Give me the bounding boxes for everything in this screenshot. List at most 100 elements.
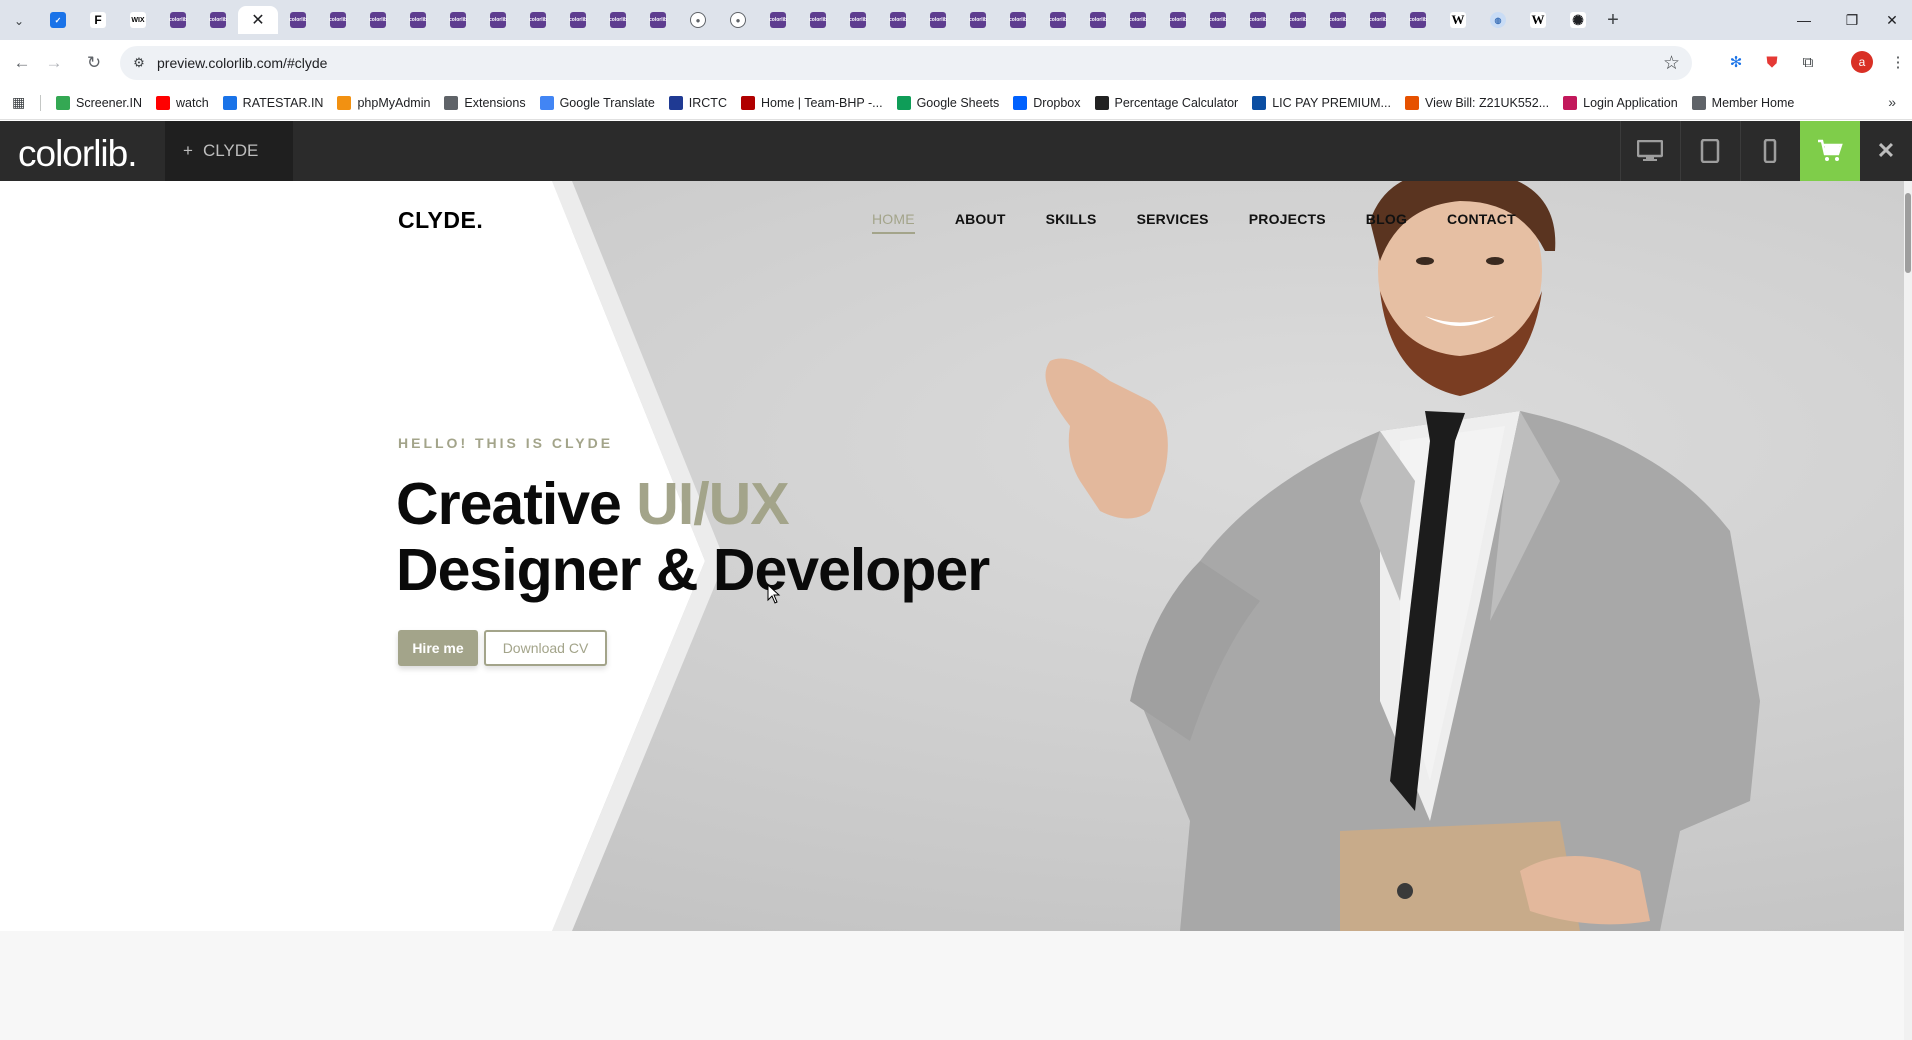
tab[interactable]: colorlib — [998, 6, 1038, 34]
nav-home[interactable]: HOME — [872, 211, 915, 234]
nav-contact[interactable]: CONTACT — [1447, 211, 1516, 234]
download-cv-button[interactable]: Download CV — [484, 630, 607, 666]
bookmark-item[interactable]: Extensions — [444, 96, 526, 110]
tab[interactable]: colorlib — [358, 6, 398, 34]
tab-favicon-icon: F — [90, 12, 106, 28]
cart-icon[interactable] — [1800, 121, 1860, 181]
site-info-icon[interactable]: ⚙ — [130, 54, 148, 72]
nav-projects[interactable]: PROJECTS — [1249, 211, 1326, 234]
tab[interactable]: ● — [678, 6, 718, 34]
tab[interactable]: colorlib — [1278, 6, 1318, 34]
bookmark-item[interactable]: Percentage Calculator — [1094, 96, 1238, 110]
shield-icon[interactable]: ⛊ — [1760, 50, 1784, 74]
reload-icon[interactable]: ↻ — [80, 49, 108, 77]
minimize-button[interactable]: — — [1780, 0, 1828, 40]
nav-about[interactable]: ABOUT — [955, 211, 1006, 234]
url-text[interactable]: preview.colorlib.com/#clyde — [157, 55, 327, 71]
tab[interactable]: colorlib — [478, 6, 518, 34]
tab[interactable]: colorlib — [1158, 6, 1198, 34]
tab[interactable]: colorlib — [438, 6, 478, 34]
bookmark-star-icon[interactable]: ☆ — [1663, 52, 1680, 75]
tab[interactable]: ✺ — [1558, 6, 1598, 34]
tab[interactable]: colorlib — [1038, 6, 1078, 34]
extension-icon[interactable]: ✻ — [1724, 50, 1748, 74]
bookmark-item[interactable]: LIC PAY PREMIUM... — [1252, 96, 1391, 110]
tab[interactable]: colorlib — [158, 6, 198, 34]
star-icon — [222, 96, 237, 110]
tab[interactable]: WIX — [118, 6, 158, 34]
nav-blog[interactable]: BLOG — [1366, 211, 1407, 234]
bookmark-item[interactable]: IRCTC — [668, 96, 727, 110]
tab[interactable]: colorlib — [398, 6, 438, 34]
tab[interactable]: colorlib — [1318, 6, 1358, 34]
desktop-view-icon[interactable] — [1620, 121, 1679, 181]
bookmark-item[interactable]: Login Application — [1563, 96, 1678, 110]
tab[interactable]: colorlib — [1398, 6, 1438, 34]
address-bar[interactable]: ⚙ preview.colorlib.com/#clyde ☆ — [120, 46, 1692, 80]
tab[interactable]: colorlib — [958, 6, 998, 34]
tab[interactable]: colorlib — [918, 6, 958, 34]
apps-grid-icon[interactable]: ▦ — [12, 94, 25, 111]
tab[interactable]: colorlib — [278, 6, 318, 34]
tab[interactable]: colorlib — [1118, 6, 1158, 34]
bookmark-item[interactable]: Home | Team-BHP -... — [740, 96, 883, 110]
tab[interactable]: colorlib — [1358, 6, 1398, 34]
site-logo[interactable]: CLYDE. — [398, 207, 483, 234]
bookmark-item[interactable]: watch — [156, 96, 209, 110]
tab[interactable]: colorlib — [318, 6, 358, 34]
bookmark-item[interactable]: Screener.IN — [56, 96, 142, 110]
scrollbar-thumb[interactable] — [1905, 193, 1911, 273]
tab[interactable]: colorlib — [798, 6, 838, 34]
tab[interactable]: colorlib — [838, 6, 878, 34]
bookmark-item[interactable]: Member Home — [1691, 96, 1794, 110]
hire-me-button[interactable]: Hire me — [398, 630, 478, 666]
new-tab-button[interactable]: + — [1598, 6, 1628, 34]
close-icon[interactable]: ✕ — [1860, 121, 1912, 181]
colorlib-logo[interactable]: colorlib. — [18, 133, 137, 175]
tab[interactable]: ✓ — [38, 6, 78, 34]
tab[interactable]: colorlib — [1078, 6, 1118, 34]
teambhp-icon — [740, 96, 755, 110]
tab[interactable]: colorlib — [558, 6, 598, 34]
puzzle-icon[interactable]: ⧉ — [1796, 50, 1820, 74]
tab[interactable]: colorlib — [1198, 6, 1238, 34]
hero-section: CLYDE. HOME ABOUT SKILLS SERVICES PROJEC… — [0, 181, 1904, 931]
tab[interactable]: colorlib — [878, 6, 918, 34]
bookmark-item[interactable]: Dropbox — [1013, 96, 1081, 110]
chevron-double-right-icon[interactable]: » — [1888, 94, 1896, 110]
tab-search-icon[interactable]: ⌄ — [8, 10, 30, 32]
tab[interactable]: F — [78, 6, 118, 34]
tablet-view-icon[interactable] — [1680, 121, 1739, 181]
close-window-button[interactable]: ✕ — [1868, 0, 1912, 40]
tab[interactable]: colorlib — [598, 6, 638, 34]
theme-selector[interactable]: + CLYDE — [165, 121, 293, 181]
wikipedia-icon: W — [1530, 12, 1546, 28]
tab[interactable]: colorlib — [518, 6, 558, 34]
tab-active[interactable]: ✕ — [238, 6, 278, 34]
nav-skills[interactable]: SKILLS — [1046, 211, 1097, 234]
tab-close-icon[interactable]: ✕ — [251, 10, 264, 30]
menu-icon[interactable]: ⋮ — [1886, 50, 1910, 74]
tab[interactable]: colorlib — [1238, 6, 1278, 34]
nav-services[interactable]: SERVICES — [1137, 211, 1209, 234]
tab[interactable]: ● — [718, 6, 758, 34]
bookmark-item[interactable]: RATESTAR.IN — [222, 96, 323, 110]
scrollbar-track[interactable] — [1904, 181, 1912, 1040]
bookmark-item[interactable]: View Bill: Z21UK552... — [1404, 96, 1549, 110]
mobile-view-icon[interactable] — [1740, 121, 1799, 181]
bookmark-item[interactable]: Google Sheets — [896, 96, 999, 110]
profile-avatar[interactable]: a — [1851, 51, 1873, 73]
tab[interactable]: W — [1438, 6, 1478, 34]
colorlib-icon: colorlib — [489, 12, 507, 28]
back-arrow-icon[interactable]: ← — [8, 49, 36, 77]
tab[interactable]: colorlib — [758, 6, 798, 34]
site-nav: HOME ABOUT SKILLS SERVICES PROJECTS BLOG… — [872, 211, 1556, 234]
bookmark-item[interactable]: Google Translate — [539, 96, 655, 110]
tab[interactable]: colorlib — [638, 6, 678, 34]
forward-arrow-icon[interactable]: → — [40, 49, 68, 77]
colorlib-icon: colorlib — [569, 12, 587, 28]
tab[interactable]: W — [1518, 6, 1558, 34]
tab[interactable]: ◍ — [1478, 6, 1518, 34]
tab[interactable]: colorlib — [198, 6, 238, 34]
bookmark-item[interactable]: phpMyAdmin — [337, 96, 430, 110]
